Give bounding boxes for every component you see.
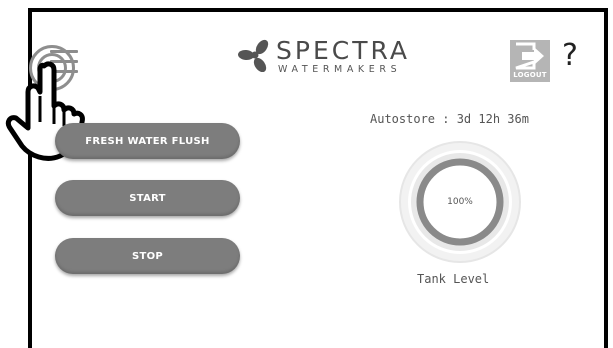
propeller-logo-icon [238,39,269,72]
stop-button[interactable]: STOP [55,238,240,274]
logout-button[interactable]: LOGOUT [510,40,550,82]
logout-arrow-icon [515,42,544,70]
tank-level-gauge: 100% [395,137,525,267]
brand-logo: SPECTRA WATERMAKERS [238,34,418,82]
tank-level-caption: Tank Level [417,272,490,286]
autostore-timer: Autostore : 3d 12h 36m [370,112,529,126]
help-button[interactable]: ? [562,38,578,73]
logout-label: LOGOUT [513,71,547,79]
fresh-water-flush-button[interactable]: FRESH WATER FLUSH [55,123,240,159]
brand-name: SPECTRA [276,36,410,65]
tank-level-percent: 100% [447,197,473,207]
brand-subtitle: WATERMAKERS [278,64,402,75]
start-button[interactable]: START [55,180,240,216]
